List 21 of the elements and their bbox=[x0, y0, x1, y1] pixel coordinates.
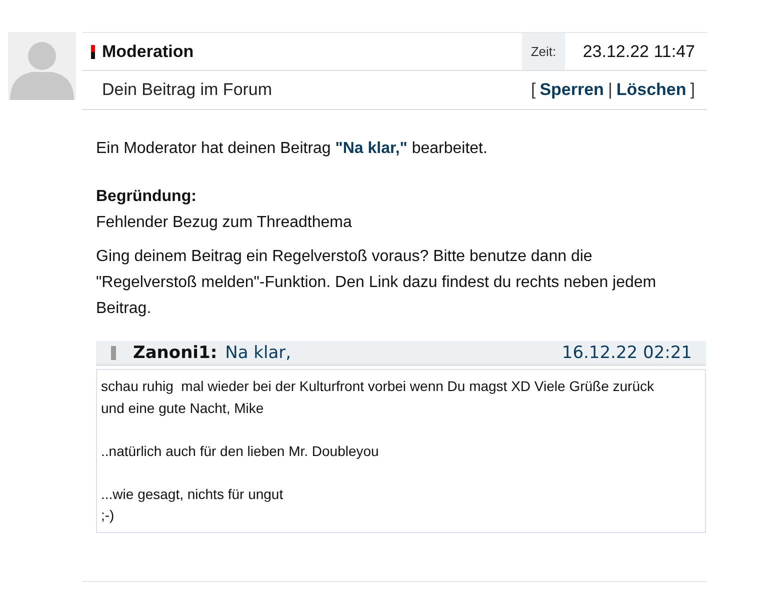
reason-text: Fehlender Bezug zum Threadthema bbox=[96, 213, 353, 233]
quote-title: Na klar, bbox=[225, 342, 292, 364]
avatar-icon bbox=[8, 32, 76, 100]
quote-time: 16.12.22 02:21 bbox=[562, 342, 692, 364]
quote-author: Zanoni1: bbox=[133, 342, 218, 364]
time-label: Zeit: bbox=[522, 33, 565, 70]
author-name: Moderation bbox=[102, 42, 194, 62]
reason-label: Begründung: bbox=[96, 187, 198, 207]
post-subject: Dein Beitrag im Forum bbox=[102, 80, 274, 100]
bracket: [ bbox=[530, 80, 536, 100]
quote-body: schau ruhig mal wieder bei der Kulturfront vorbei wenn Du magst XD Viele Grüße zurück und eine gute Nacht, Mike ..natürlich auch für den lieben Mr. Doubleyou ...wie gesagt, nichts für ungut ;-) bbox=[96, 369, 706, 532]
post-link[interactable]: "Na klar," bbox=[335, 140, 408, 157]
marker-icon bbox=[91, 44, 95, 58]
hint-text: Ging deinem Beitrag ein Regelverstoß voraus? Bitte benutze dann die "Regelverstoß melden"-Funktion. Den Link dazu findest du rechts neben jedem Beitrag. bbox=[96, 247, 658, 319]
notice-text: Ein Moderator hat deinen Beitrag "Na klar," bearbeitet. bbox=[96, 139, 488, 159]
action-link[interactable]: Sperren bbox=[540, 80, 604, 100]
bracket: ] bbox=[690, 80, 695, 100]
post-time: 23.12.22 11:47 bbox=[582, 40, 696, 62]
marker-icon bbox=[111, 346, 116, 360]
action-link[interactable]: Löschen bbox=[616, 80, 686, 100]
separator: | bbox=[608, 80, 612, 100]
